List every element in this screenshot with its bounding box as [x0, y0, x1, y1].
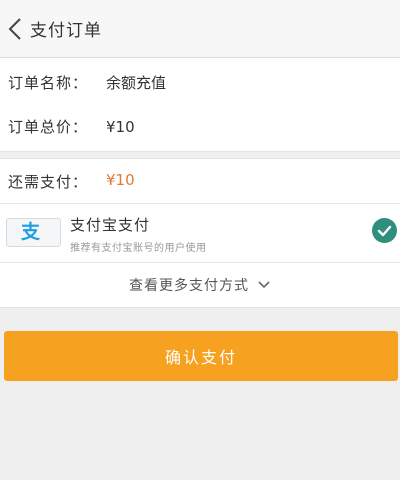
- chevron-left-icon: [8, 17, 21, 40]
- payment-card: 还需支付： ¥10 支 支付宝支付 推荐有支付宝账号的用户使用 查看更多支付方式: [0, 158, 400, 308]
- app-header: 支付订单: [0, 0, 400, 58]
- more-payment-methods-label: 查看更多支付方式: [129, 278, 249, 294]
- alipay-icon: 支: [6, 218, 61, 247]
- payment-method-description: 推荐有支付宝账号的用户使用: [70, 243, 207, 254]
- order-name-label: 订单名称：: [8, 74, 89, 92]
- confirm-payment-button[interactable]: 确认支付: [4, 331, 398, 381]
- back-button[interactable]: [2, 9, 28, 49]
- order-total-value: ¥10: [106, 117, 135, 136]
- order-info-card: 订单名称： 余额充值 订单总价： ¥10: [0, 58, 400, 152]
- amount-due-value: ¥10: [106, 171, 135, 189]
- amount-due-row: 还需支付： ¥10: [8, 171, 135, 192]
- alipay-logo-glyph: 支: [21, 221, 41, 243]
- page-title: 支付订单: [30, 21, 102, 41]
- amount-due-label: 还需支付：: [8, 173, 89, 191]
- order-total-label: 订单总价：: [8, 118, 89, 136]
- order-name-value: 余额充值: [106, 74, 167, 92]
- chevron-down-icon: [257, 280, 271, 290]
- order-total-row: 订单总价： ¥10: [8, 116, 135, 137]
- more-payment-methods-button[interactable]: 查看更多支付方式: [0, 262, 400, 308]
- selected-check-icon[interactable]: [372, 218, 397, 243]
- order-name-row: 订单名称： 余额充值: [8, 72, 166, 93]
- divider: [0, 203, 400, 204]
- payment-method-title[interactable]: 支付宝支付: [70, 214, 150, 235]
